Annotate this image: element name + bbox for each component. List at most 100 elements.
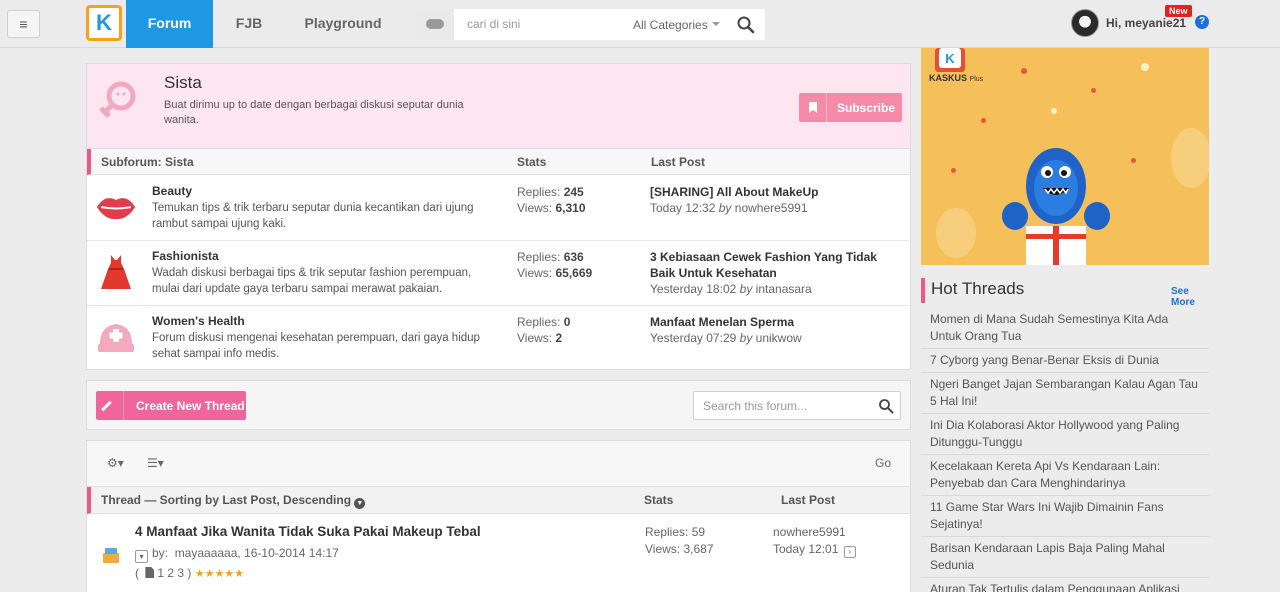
hamburger-menu-icon[interactable]: ≡ xyxy=(7,10,40,38)
by-label: by xyxy=(739,331,753,345)
chevron-down-icon[interactable]: ▼ xyxy=(354,498,366,509)
venus-icon xyxy=(99,81,136,118)
last-post-user[interactable]: intanasara xyxy=(756,282,812,296)
user-avatar[interactable] xyxy=(1071,9,1099,37)
thread-sort-label[interactable]: Thread — Sorting by Last Post, Descendin… xyxy=(101,493,366,509)
forum-title: Sista xyxy=(164,73,202,92)
subforum-col-stats: Stats xyxy=(517,155,547,169)
search-icon[interactable] xyxy=(878,398,894,414)
views-label: Views: xyxy=(517,331,553,345)
rating-stars: ★★★★★ xyxy=(194,568,245,580)
subforum-name[interactable]: Women's Health xyxy=(152,314,245,328)
search-icon[interactable] xyxy=(735,14,757,36)
thread-type-icon xyxy=(103,548,119,563)
chat-toggle[interactable] xyxy=(416,9,454,40)
thread-page-links[interactable]: 1 2 3 xyxy=(157,566,184,580)
last-post-title[interactable]: 3 Kebiasaan Cewek Fashion Yang Tidak Bai… xyxy=(650,249,895,281)
last-post-title[interactable]: Manfaat Menelan Sperma xyxy=(650,314,895,330)
thread-tools: ⚙▾ ☰▾ Go xyxy=(87,441,910,487)
hot-thread-item[interactable]: 11 Game Star Wars Ini Wajib Dimainin Fan… xyxy=(921,496,1209,537)
thread-list: ⚙▾ ☰▾ Go Thread — Sorting by Last Post, … xyxy=(86,440,911,592)
subforum-stats: Replies: 245 Views: 6,310 xyxy=(517,184,586,216)
gear-dropdown-icon[interactable]: ⚙▾ xyxy=(107,456,124,470)
subforum-header: Subforum: Sista Stats Last Post xyxy=(87,149,910,175)
thread-last-time: Today 12:01 xyxy=(773,542,839,556)
hot-thread-item[interactable]: Kecelakaan Kereta Api Vs Kendaraan Lain:… xyxy=(921,455,1209,496)
ad-brand: KASKUS Plus xyxy=(929,73,983,83)
thread-last-user[interactable]: nowhere5991 xyxy=(773,524,856,541)
hot-threads-title: Hot Threads xyxy=(931,279,1025,298)
subforum-row-beauty[interactable]: Beauty Temukan tips & trik terbaru seput… xyxy=(87,176,910,241)
pencil-icon xyxy=(96,391,124,420)
tab-fjb[interactable]: FJB xyxy=(221,0,277,48)
user-greeting[interactable]: Hi, meyanie21 xyxy=(1106,16,1186,30)
replies-label: Replies: xyxy=(517,315,561,329)
subscribe-button[interactable]: Subscribe xyxy=(799,93,902,122)
subforum-last-post: 3 Kebiasaan Cewek Fashion Yang Tidak Bai… xyxy=(650,249,895,297)
subscribe-label: Subscribe xyxy=(837,101,896,115)
hot-thread-item[interactable]: Ngeri Banget Jajan Sembarangan Kalau Aga… xyxy=(921,373,1209,414)
subforum-description: Forum diskusi mengenai kesehatan perempu… xyxy=(152,332,480,360)
filter-dropdown-icon[interactable]: ☰▾ xyxy=(147,456,164,470)
document-icon xyxy=(145,567,155,578)
svg-text:K: K xyxy=(945,51,955,66)
views-label: Views: xyxy=(517,201,553,215)
thread-list-header: Thread — Sorting by Last Post, Descendin… xyxy=(87,487,910,514)
go-to-last-post-icon[interactable]: › xyxy=(843,546,856,558)
last-post-time: Today 12:32 xyxy=(650,201,716,215)
see-more-link[interactable]: See More xyxy=(1171,286,1209,308)
thread-title[interactable]: 4 Manfaat Jika Wanita Tidak Suka Pakai M… xyxy=(135,524,481,539)
by-label: by xyxy=(739,282,753,296)
hot-threads-header: Hot Threads See More xyxy=(921,278,1209,308)
lips-icon xyxy=(97,198,135,220)
subforum-stats: Replies: 636 Views: 65,669 xyxy=(517,249,592,281)
last-post-user[interactable]: nowhere5991 xyxy=(735,201,808,215)
thread-author-date[interactable]: mayaaaaaa, 16-10-2014 14:17 xyxy=(175,546,339,560)
hot-thread-item[interactable]: Aturan Tak Tertulis dalam Penggunaan Apl… xyxy=(921,578,1209,592)
tab-playground[interactable]: Playground xyxy=(294,0,392,48)
forum-actions-bar: Create New Thread Search this forum... xyxy=(86,380,911,430)
subforum-last-post: Manfaat Menelan Sperma Yesterday 07:29 b… xyxy=(650,314,895,346)
subforum-row-fashionista[interactable]: Fashionista Wadah diskusi berbagai tips … xyxy=(87,241,910,306)
last-post-user[interactable]: unikwow xyxy=(756,331,802,345)
dress-icon xyxy=(101,255,131,289)
thread-last-post: nowhere5991 Today 12:01 › xyxy=(773,524,856,558)
replies-label: Replies: xyxy=(517,185,561,199)
top-navbar: ≡ K Forum FJB Playground cari di sini Al… xyxy=(0,0,1280,48)
last-post-title[interactable]: [SHARING] All About MakeUp xyxy=(650,184,895,200)
category-select[interactable]: All Categories xyxy=(633,18,708,32)
create-thread-button[interactable]: Create New Thread xyxy=(96,391,246,420)
subforum-stats: Replies: 0 Views: 2 xyxy=(517,314,570,346)
forum-description: Buat dirimu up to date dengan berbagai d… xyxy=(164,99,464,126)
views-count: 6,310 xyxy=(555,201,586,215)
hot-thread-item[interactable]: Momen di Mana Sudah Semestinya Kita Ada … xyxy=(921,308,1209,349)
subforum-table: Subforum: Sista Stats Last Post Beauty T… xyxy=(86,148,911,370)
forum-header: Sista Buat dirimu up to date dengan berb… xyxy=(86,63,911,148)
kaskus-plus-banner[interactable]: K KASKUS Plus xyxy=(921,48,1209,265)
forum-search-input[interactable]: Search this forum... xyxy=(693,391,901,420)
expand-icon[interactable]: ▾ xyxy=(135,550,148,563)
subforum-row-womens-health[interactable]: Women's Health Forum diskusi mengenai ke… xyxy=(87,306,910,371)
replies-count: 636 xyxy=(563,250,584,264)
kaskus-logo[interactable]: K xyxy=(86,5,122,41)
thread-row[interactable]: 4 Manfaat Jika Wanita Tidak Suka Pakai M… xyxy=(87,514,910,592)
hot-thread-item[interactable]: Barisan Kendaraan Lapis Baja Paling Maha… xyxy=(921,537,1209,578)
subforum-last-post: [SHARING] All About MakeUp Today 12:32 b… xyxy=(650,184,895,216)
subforum-name[interactable]: Fashionista xyxy=(152,249,219,263)
subforum-col-last: Last Post xyxy=(651,155,706,169)
hot-thread-item[interactable]: 7 Cyborg yang Benar-Benar Eksis di Dunia xyxy=(921,349,1209,373)
create-thread-label: Create New Thread xyxy=(136,399,245,413)
go-button[interactable]: Go xyxy=(875,456,891,470)
subforum-name[interactable]: Beauty xyxy=(152,184,192,198)
search-input[interactable]: cari di sini xyxy=(467,17,520,31)
ad-brand-suffix: Plus xyxy=(969,76,984,83)
views-label: Views: xyxy=(517,266,553,280)
replies-label: Replies: xyxy=(517,250,561,264)
help-icon[interactable]: ? xyxy=(1195,15,1209,29)
tab-forum[interactable]: Forum xyxy=(126,0,213,48)
subforum-description: Wadah diskusi berbagai tips & trik seput… xyxy=(152,267,472,295)
hot-thread-item[interactable]: Ini Dia Kolaborasi Aktor Hollywood yang … xyxy=(921,414,1209,455)
caret-down-icon[interactable] xyxy=(712,22,720,26)
kaskus-k-icon: K xyxy=(96,10,112,35)
replies-count: 245 xyxy=(563,185,584,199)
